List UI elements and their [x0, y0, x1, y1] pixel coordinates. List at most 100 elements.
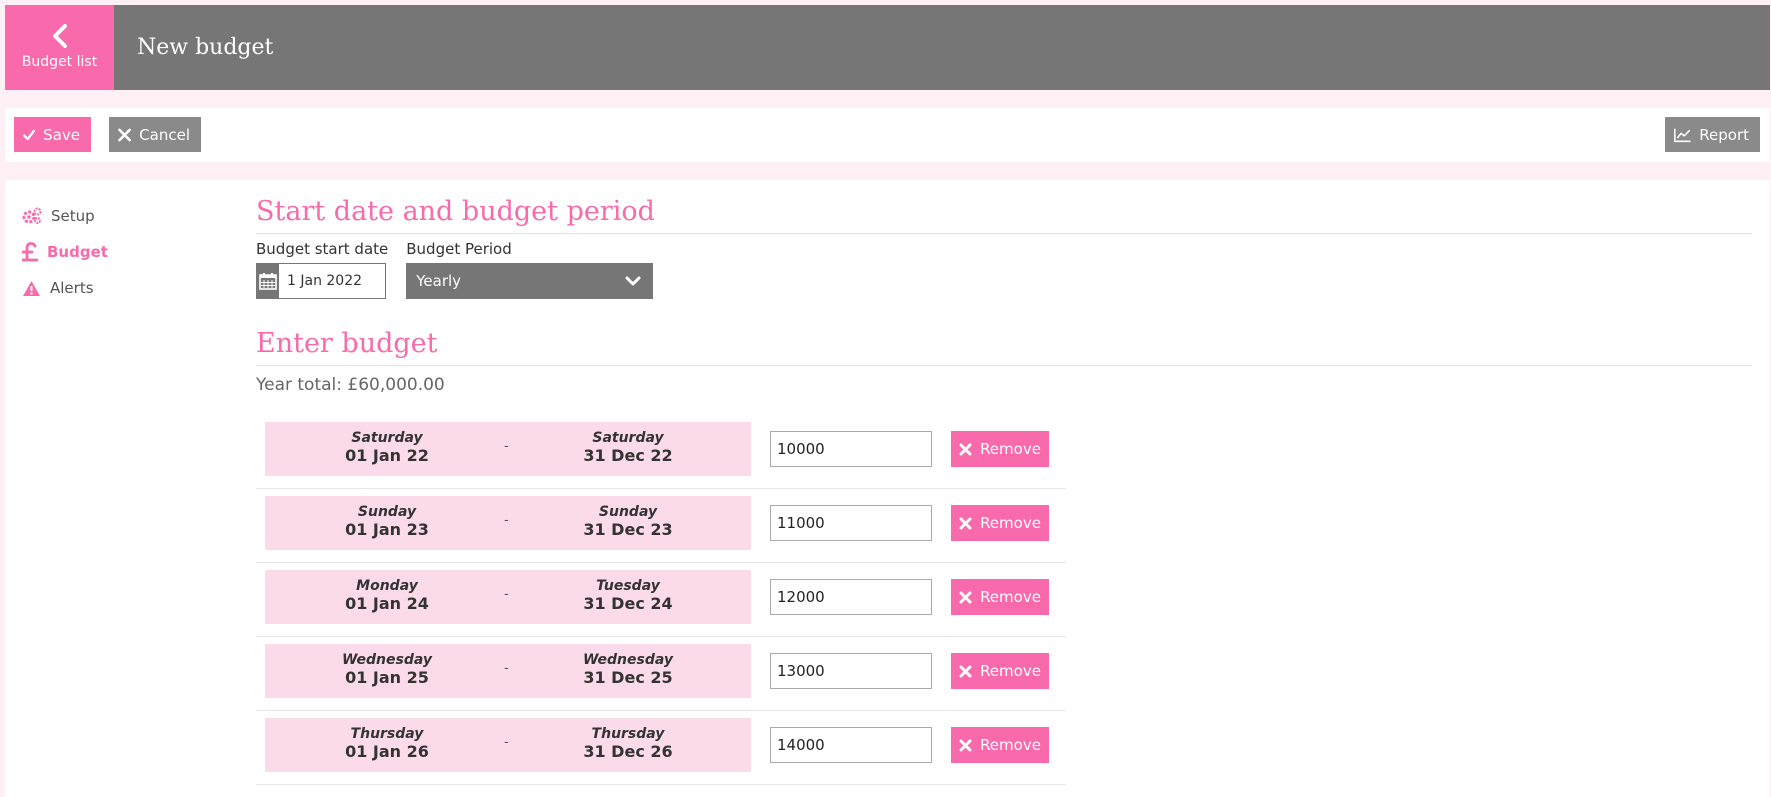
- warning-icon: [23, 280, 40, 296]
- end-date: 31 Dec 26: [583, 742, 673, 761]
- sidebar-item-budget[interactable]: Budget: [22, 240, 222, 264]
- chevron-down-icon: [625, 276, 641, 286]
- period-dates: Sunday 01 Jan 23 - Sunday 31 Dec 23: [265, 496, 751, 550]
- remove-button[interactable]: Remove: [951, 431, 1049, 467]
- budget-amount-input[interactable]: [770, 727, 932, 763]
- main-panel: Setup Budget Alerts Start date and budge…: [5, 180, 1770, 797]
- gears-icon: [22, 207, 42, 224]
- budget-amount-input[interactable]: [770, 505, 932, 541]
- budget-period-row: Thursday 01 Jan 26 - Thursday 31 Dec 26: [256, 711, 1066, 785]
- remove-button[interactable]: Remove: [951, 727, 1049, 763]
- save-button[interactable]: Save: [14, 117, 91, 152]
- period-end: Saturday 31 Dec 22: [548, 430, 708, 464]
- budget-amount-input[interactable]: [770, 653, 932, 689]
- year-total: Year total: £60,000.00: [256, 375, 445, 395]
- back-button-label: Budget list: [21, 53, 98, 70]
- close-icon: [959, 665, 972, 677]
- start-day: Thursday: [350, 726, 424, 742]
- sidebar-item-label: Alerts: [50, 279, 94, 297]
- sidebar-item-alerts[interactable]: Alerts: [22, 276, 222, 300]
- start-day: Saturday: [351, 430, 423, 446]
- remove-label: Remove: [980, 662, 1041, 680]
- start-day: Sunday: [357, 504, 417, 520]
- sidebar-item-label: Setup: [51, 207, 95, 225]
- date-separator: -: [504, 587, 509, 602]
- start-date-label: Budget start date: [256, 240, 389, 258]
- period-start: Monday 01 Jan 24: [307, 578, 467, 612]
- period-end: Wednesday 31 Dec 25: [548, 652, 708, 686]
- start-day: Wednesday: [341, 652, 433, 668]
- budget-form: Start date and budget period Budget star…: [256, 194, 1752, 785]
- budget-period-list: Saturday 01 Jan 22 - Saturday 31 Dec 22: [256, 415, 1066, 785]
- enter-budget-section-title: Enter budget: [256, 326, 1752, 366]
- save-label: Save: [43, 125, 80, 144]
- start-date-picker: [256, 263, 386, 299]
- start-day: Monday: [356, 578, 418, 594]
- budget-period-row: Sunday 01 Jan 23 - Sunday 31 Dec 23 1100…: [256, 489, 1066, 563]
- remove-button[interactable]: Remove: [951, 653, 1049, 689]
- budget-amount-input[interactable]: [770, 579, 932, 615]
- period-end: Tuesday 31 Dec 24: [548, 578, 708, 612]
- period-end: Thursday 31 Dec 26: [548, 726, 708, 760]
- cancel-label: Cancel: [139, 125, 190, 144]
- budget-amount-input[interactable]: [770, 431, 932, 467]
- page-title: New budget: [137, 35, 274, 60]
- start-date-input[interactable]: [279, 264, 385, 298]
- side-navigation: Setup Budget Alerts: [22, 204, 222, 312]
- end-date: 31 Dec 22: [583, 446, 673, 465]
- period-start: Wednesday 01 Jan 25: [307, 652, 467, 686]
- period-dates: Wednesday 01 Jan 25 - Wednesday 31 Dec 2…: [265, 644, 751, 698]
- end-day: Tuesday: [596, 578, 660, 594]
- end-day: Sunday: [598, 504, 658, 520]
- budget-period-value: Yearly: [416, 272, 462, 290]
- budget-period-row: Wednesday 01 Jan 25 - Wednesday 31 Dec 2…: [256, 637, 1066, 711]
- period-start: Saturday 01 Jan 22: [307, 430, 467, 464]
- start-date-section-title: Start date and budget period: [256, 194, 1752, 234]
- end-date: 31 Dec 23: [583, 520, 673, 539]
- start-date-fields: Budget start date 1 Jan 2022 Budget Peri…: [256, 240, 1752, 300]
- start-date: 01 Jan 23: [345, 520, 429, 539]
- line-chart-icon: [1674, 128, 1691, 142]
- start-date: 01 Jan 25: [345, 668, 429, 687]
- back-to-budget-list-button[interactable]: Budget list: [5, 5, 114, 90]
- close-icon: [959, 443, 972, 455]
- date-separator: -: [504, 735, 509, 750]
- remove-label: Remove: [980, 588, 1041, 606]
- period-dates: Saturday 01 Jan 22 - Saturday 31 Dec 22: [265, 422, 751, 476]
- top-header: Budget list New budget: [5, 5, 1770, 90]
- close-icon: [959, 591, 972, 603]
- close-icon: [959, 739, 972, 751]
- remove-button[interactable]: Remove: [951, 579, 1049, 615]
- calendar-button[interactable]: [257, 264, 279, 298]
- app: Budget list New budget Save Cancel Repor…: [0, 0, 1771, 797]
- cancel-button[interactable]: Cancel: [109, 117, 201, 152]
- start-date: 01 Jan 24: [345, 594, 429, 613]
- sidebar-item-label: Budget: [47, 243, 108, 261]
- remove-label: Remove: [980, 736, 1041, 754]
- remove-label: Remove: [980, 514, 1041, 532]
- pound-icon: [22, 242, 38, 262]
- date-separator: -: [504, 513, 509, 528]
- end-date: 31 Dec 24: [583, 594, 673, 613]
- toolbar: Save Cancel Report: [5, 108, 1770, 162]
- check-icon: [23, 129, 36, 140]
- period-end: Sunday 31 Dec 23: [548, 504, 708, 538]
- budget-period-row: Monday 01 Jan 24 - Tuesday 31 Dec 24 120…: [256, 563, 1066, 637]
- remove-button[interactable]: Remove: [951, 505, 1049, 541]
- end-day: Thursday: [591, 726, 665, 742]
- period-start: Sunday 01 Jan 23: [307, 504, 467, 538]
- budget-period-row: Saturday 01 Jan 22 - Saturday 31 Dec 22: [256, 415, 1066, 489]
- period-start: Thursday 01 Jan 26: [307, 726, 467, 760]
- end-date: 31 Dec 25: [583, 668, 673, 687]
- budget-period-select[interactable]: Yearly: [406, 263, 654, 299]
- report-button[interactable]: Report: [1665, 117, 1760, 152]
- start-date: 01 Jan 22: [345, 446, 429, 465]
- date-separator: -: [504, 661, 509, 676]
- budget-period-label: Budget Period: [406, 240, 512, 258]
- report-label: Report: [1699, 125, 1749, 144]
- close-icon: [959, 517, 972, 529]
- calendar-icon: [259, 273, 277, 290]
- close-icon: [118, 128, 131, 141]
- end-day: Wednesday: [582, 652, 674, 668]
- sidebar-item-setup[interactable]: Setup: [22, 204, 222, 228]
